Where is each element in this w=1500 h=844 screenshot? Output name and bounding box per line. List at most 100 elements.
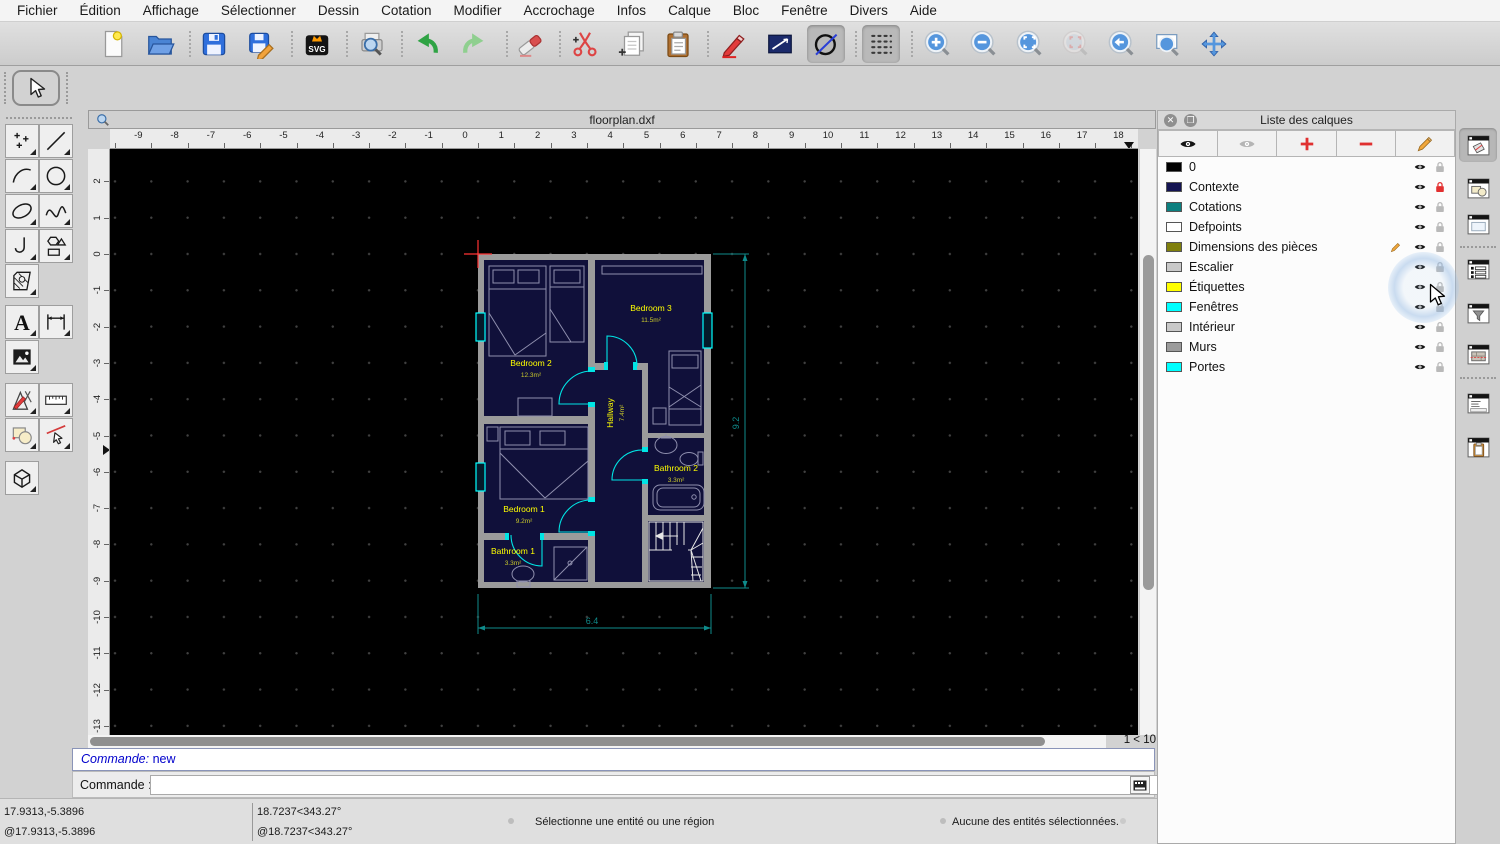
layer-row[interactable]: Escalier bbox=[1158, 257, 1455, 277]
svg-export-button[interactable]: SVG bbox=[298, 25, 336, 63]
vertical-scrollbar[interactable] bbox=[1139, 149, 1156, 735]
document-titlebar[interactable]: floorplan.dxf bbox=[88, 110, 1156, 129]
layer-visibility-eye-icon[interactable] bbox=[1413, 280, 1427, 294]
save-as-button[interactable] bbox=[242, 25, 280, 63]
drawing-canvas[interactable]: Bedroom 2 12.3m² Bedroom 3 11.5m² Bedroo… bbox=[110, 149, 1138, 735]
layer-row[interactable]: Dimensions des pièces bbox=[1158, 237, 1455, 257]
menu-aide[interactable]: Aide bbox=[899, 0, 948, 22]
palette-handle[interactable] bbox=[6, 117, 72, 120]
layer-unlocked-icon[interactable] bbox=[1433, 160, 1447, 174]
menu-modifier[interactable]: Modifier bbox=[442, 0, 512, 22]
layer-visibility-eye-icon[interactable] bbox=[1413, 180, 1427, 194]
menu-edition[interactable]: Édition bbox=[69, 0, 132, 22]
cut-button[interactable] bbox=[566, 25, 604, 63]
ellipse-tool-button[interactable] bbox=[5, 194, 39, 228]
layer-unlocked-icon[interactable] bbox=[1433, 200, 1447, 214]
layer-visibility-eye-icon[interactable] bbox=[1413, 320, 1427, 334]
layer-unlocked-icon[interactable] bbox=[1433, 340, 1447, 354]
block-tool-button[interactable] bbox=[5, 418, 39, 452]
polygon-tool-button[interactable] bbox=[39, 229, 73, 263]
layer-row[interactable]: Intérieur bbox=[1158, 317, 1455, 337]
layer-unlocked-icon[interactable] bbox=[1433, 360, 1447, 374]
layer-row[interactable]: Portes bbox=[1158, 357, 1455, 377]
menu-selectionner[interactable]: Sélectionner bbox=[210, 0, 307, 22]
text-tool-button[interactable]: A bbox=[5, 305, 39, 339]
hatch-tool-button[interactable] bbox=[5, 264, 39, 298]
keyboard-toggle-button[interactable] bbox=[1130, 776, 1150, 794]
material-panel-button[interactable] bbox=[1459, 337, 1497, 371]
line-attributes-button[interactable] bbox=[761, 25, 799, 63]
zoom-selection-button[interactable] bbox=[1057, 25, 1095, 63]
menu-bloc[interactable]: Bloc bbox=[722, 0, 770, 22]
layer-visibility-eye-icon[interactable] bbox=[1413, 340, 1427, 354]
layer-unlocked-icon[interactable] bbox=[1433, 240, 1447, 254]
print-preview-button[interactable] bbox=[353, 25, 391, 63]
vertical-scrollbar-thumb[interactable] bbox=[1143, 255, 1154, 590]
layer-visibility-eye-icon[interactable] bbox=[1413, 240, 1427, 254]
horizontal-scrollbar-thumb[interactable] bbox=[90, 737, 1045, 746]
image-tool-button[interactable] bbox=[5, 340, 39, 374]
layer-visibility-eye-icon[interactable] bbox=[1413, 300, 1427, 314]
horizontal-scrollbar[interactable] bbox=[88, 735, 1106, 748]
menu-affichage[interactable]: Affichage bbox=[132, 0, 210, 22]
solid-3d-tool-button[interactable] bbox=[5, 461, 39, 495]
paste-button[interactable] bbox=[659, 25, 697, 63]
add-layer-button[interactable] bbox=[1277, 130, 1337, 157]
menu-infos[interactable]: Infos bbox=[606, 0, 657, 22]
layer-unlocked-icon[interactable] bbox=[1433, 320, 1447, 334]
menu-cotation[interactable]: Cotation bbox=[370, 0, 442, 22]
polyline-tool-button[interactable] bbox=[5, 229, 39, 263]
measure-tool-button[interactable] bbox=[39, 383, 73, 417]
layer-unlocked-icon[interactable] bbox=[1433, 300, 1447, 314]
layer-unlocked-icon[interactable] bbox=[1433, 220, 1447, 234]
command-input[interactable] bbox=[150, 775, 1198, 795]
selection-pointer-button[interactable] bbox=[12, 70, 60, 106]
layer-visibility-eye-icon[interactable] bbox=[1413, 260, 1427, 274]
edit-layer-button[interactable] bbox=[1395, 130, 1456, 157]
draw-pencil-button[interactable] bbox=[714, 25, 752, 63]
detach-panel-button[interactable]: ❐ bbox=[1184, 114, 1197, 127]
library-panel-button[interactable] bbox=[1459, 207, 1497, 241]
show-all-layers-button[interactable] bbox=[1158, 130, 1219, 157]
dimension-tool-button[interactable] bbox=[39, 305, 73, 339]
clipboard-panel-button[interactable] bbox=[1459, 430, 1497, 464]
arc-tool-button[interactable] bbox=[5, 159, 39, 193]
menu-fenetre[interactable]: Fenêtre bbox=[770, 0, 839, 22]
menu-fichier[interactable]: Fichier bbox=[6, 0, 69, 22]
line-tool-button[interactable] bbox=[39, 124, 73, 158]
zoom-pan-button[interactable] bbox=[1195, 25, 1233, 63]
select-entity-tool-button[interactable] bbox=[39, 418, 73, 452]
layer-row[interactable]: 0 bbox=[1158, 157, 1455, 177]
redo-button[interactable] bbox=[455, 25, 493, 63]
spline-tool-button[interactable] bbox=[39, 194, 73, 228]
layer-visibility-eye-icon[interactable] bbox=[1413, 200, 1427, 214]
remove-layer-button[interactable] bbox=[1336, 130, 1396, 157]
layer-visibility-eye-icon[interactable] bbox=[1413, 360, 1427, 374]
undo-button[interactable] bbox=[408, 25, 446, 63]
close-panel-button[interactable]: ✕ bbox=[1164, 114, 1177, 127]
layer-row[interactable]: Defpoints bbox=[1158, 217, 1455, 237]
layer-row[interactable]: Étiquettes bbox=[1158, 277, 1455, 297]
copy-button[interactable] bbox=[613, 25, 651, 63]
layer-unlocked-icon[interactable] bbox=[1433, 280, 1447, 294]
hide-all-layers-button[interactable] bbox=[1218, 130, 1278, 157]
layer-list-panel-button[interactable] bbox=[1459, 252, 1497, 286]
layer-unlocked-icon[interactable] bbox=[1433, 260, 1447, 274]
zoom-in-button[interactable] bbox=[919, 25, 957, 63]
toolbar-handle[interactable] bbox=[4, 72, 7, 104]
menu-calque[interactable]: Calque bbox=[657, 0, 722, 22]
toolbar-handle[interactable] bbox=[66, 72, 69, 104]
layer-row[interactable]: Contexte bbox=[1158, 177, 1455, 197]
points-tool-button[interactable] bbox=[5, 124, 39, 158]
layer-row[interactable]: Cotations bbox=[1158, 197, 1455, 217]
blocks-panel-button[interactable] bbox=[1459, 171, 1497, 205]
layer-locked-icon[interactable] bbox=[1433, 180, 1447, 194]
menu-dessin[interactable]: Dessin bbox=[307, 0, 370, 22]
layer-visibility-eye-icon[interactable] bbox=[1413, 160, 1427, 174]
circle-attributes-button[interactable] bbox=[807, 25, 845, 63]
zoom-out-button[interactable] bbox=[965, 25, 1003, 63]
command-panel-button[interactable] bbox=[1459, 386, 1497, 420]
layer-row[interactable]: Fenêtres bbox=[1158, 297, 1455, 317]
layer-row[interactable]: Murs bbox=[1158, 337, 1455, 357]
menu-divers[interactable]: Divers bbox=[839, 0, 899, 22]
